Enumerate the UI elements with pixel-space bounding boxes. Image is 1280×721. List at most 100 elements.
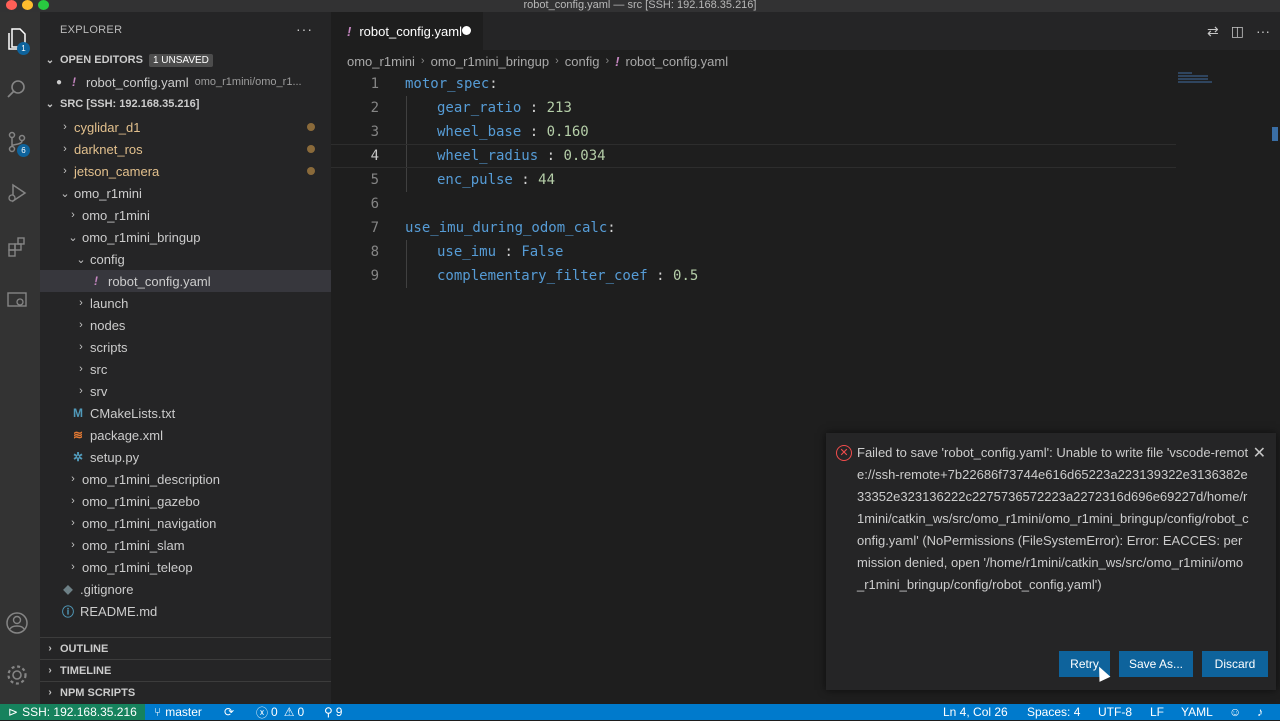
tree-item-scripts[interactable]: › scripts xyxy=(40,336,331,358)
chevron-right-icon: › xyxy=(71,495,75,507)
sync-icon[interactable]: ⟳ xyxy=(224,704,234,720)
open-editors-title: OPEN EDITORS xyxy=(60,54,143,66)
split-editor-icon[interactable]: ◫ xyxy=(1231,23,1244,40)
chevron-right-icon: › xyxy=(48,643,52,654)
line-number: 2 xyxy=(370,100,379,116)
tab-robot-config[interactable]: ! robot_config.yaml xyxy=(331,12,483,50)
code-line[interactable]: 7 use_imu_during_odom_calc: xyxy=(331,216,1176,240)
code-line-current[interactable]: 4 wheel_radius : 0.034 xyxy=(331,144,1176,168)
chevron-right-icon: › xyxy=(63,165,67,177)
search-icon[interactable] xyxy=(4,76,30,102)
breadcrumb-item[interactable]: robot_config.yaml xyxy=(626,54,729,69)
tree-item-srv[interactable]: › srv xyxy=(40,380,331,402)
ports-indicator[interactable]: ⚲ 9 xyxy=(324,704,342,720)
close-icon[interactable]: ✕ xyxy=(1253,443,1266,463)
minimap[interactable] xyxy=(1178,72,1214,92)
npm-scripts-section[interactable]: › NPM SCRIPTS xyxy=(40,681,331,703)
remote-explorer-icon[interactable] xyxy=(4,287,30,313)
feedback-icon[interactable]: ☺ xyxy=(1229,704,1241,720)
line-number: 5 xyxy=(370,172,379,188)
chevron-right-icon: › xyxy=(48,687,52,698)
tree-item-package-xml[interactable]: ≋ package.xml xyxy=(40,424,331,446)
tree-item-setup-py[interactable]: ✲ setup.py xyxy=(40,446,331,468)
settings-gear-icon[interactable] xyxy=(4,662,30,688)
account-icon[interactable] xyxy=(4,610,30,636)
yaml-separator: : xyxy=(521,100,547,116)
tree-item-nodes[interactable]: › nodes xyxy=(40,314,331,336)
line-number: 1 xyxy=(370,76,379,92)
tree-item-gitignore[interactable]: ◆ .gitignore xyxy=(40,578,331,600)
language-mode[interactable]: YAML xyxy=(1181,704,1213,720)
timeline-section[interactable]: › TIMELINE xyxy=(40,659,331,681)
tree-item-jetson-camera[interactable]: › jetson_camera xyxy=(40,160,331,182)
code-line[interactable]: 2 gear_ratio : 213 xyxy=(331,96,1176,120)
run-debug-icon[interactable] xyxy=(4,180,30,206)
cursor-position[interactable]: Ln 4, Col 26 xyxy=(943,704,1008,720)
code-line[interactable]: 5 enc_pulse : 44 xyxy=(331,168,1176,192)
tree-item-description[interactable]: › omo_r1mini_description xyxy=(40,468,331,490)
window-title: robot_config.yaml — src [SSH: 192.168.35… xyxy=(523,0,757,11)
indentation[interactable]: Spaces: 4 xyxy=(1027,704,1080,720)
problems-indicator[interactable]: ⓧ 0 ⚠ 0 xyxy=(256,704,304,720)
tree-item-bringup[interactable]: ⌄ omo_r1mini_bringup xyxy=(40,226,331,248)
more-actions-icon[interactable]: ··· xyxy=(296,21,313,37)
discard-button[interactable]: Discard xyxy=(1202,651,1268,677)
status-bar: ⊳ SSH: 192.168.35.216 ⑂ master ⟳ ⓧ 0 ⚠ 0… xyxy=(0,704,1280,720)
save-as-button[interactable]: Save As... xyxy=(1119,651,1193,677)
cmake-file-icon: M xyxy=(73,406,83,420)
tree-item-slam[interactable]: › omo_r1mini_slam xyxy=(40,534,331,556)
yaml-file-icon: ! xyxy=(347,23,352,39)
notifications-bell-icon[interactable]: ♪ xyxy=(1257,704,1263,720)
line-number: 7 xyxy=(370,220,379,236)
tree-item-teleop[interactable]: › omo_r1mini_teleop xyxy=(40,556,331,578)
chevron-right-icon: › xyxy=(63,143,67,155)
extensions-icon[interactable] xyxy=(4,234,30,260)
tree-item-darknet[interactable]: › darknet_ros xyxy=(40,138,331,160)
tree-item-cmakelists[interactable]: M CMakeLists.txt xyxy=(40,402,331,424)
editor-actions: ⇄ ◫ ··· xyxy=(1207,23,1270,40)
yaml-key: complementary_filter_coef xyxy=(437,268,648,284)
code-line[interactable]: 9 complementary_filter_coef : 0.5 xyxy=(331,264,1176,288)
tree-item-robot-config[interactable]: ! robot_config.yaml xyxy=(40,270,331,292)
code-line[interactable]: 1 motor_spec: xyxy=(331,72,1176,96)
tree-item-omo-r1mini[interactable]: › omo_r1mini xyxy=(40,204,331,226)
branch-indicator[interactable]: ⑂ master xyxy=(154,704,202,720)
explorer-sidebar: EXPLORER ··· ⌄ OPEN EDITORS 1 UNSAVED ● … xyxy=(40,12,331,704)
end-of-line[interactable]: LF xyxy=(1150,704,1164,720)
unsaved-dot-icon[interactable]: ● xyxy=(40,77,62,88)
tree-item-src[interactable]: › src xyxy=(40,358,331,380)
open-editors-section[interactable]: ⌄ OPEN EDITORS 1 UNSAVED xyxy=(40,49,331,71)
open-changes-icon[interactable]: ⇄ xyxy=(1207,23,1219,40)
yaml-separator: : xyxy=(521,124,547,140)
encoding[interactable]: UTF-8 xyxy=(1098,704,1132,720)
breadcrumb-item[interactable]: omo_r1mini xyxy=(347,54,415,69)
chevron-down-icon: ⌄ xyxy=(60,187,70,200)
code-line[interactable]: 3 wheel_base : 0.160 xyxy=(331,120,1176,144)
code-line[interactable]: 6 xyxy=(331,192,1176,216)
modified-dot-icon xyxy=(307,167,315,175)
tree-item-label: robot_config.yaml xyxy=(108,273,211,289)
error-icon: ✕ xyxy=(836,445,852,461)
remote-indicator[interactable]: ⊳ SSH: 192.168.35.216 xyxy=(0,704,145,720)
tree-item-launch[interactable]: › launch xyxy=(40,292,331,314)
code-line[interactable]: 8 use_imu : False xyxy=(331,240,1176,264)
chevron-right-icon: › xyxy=(605,55,610,67)
scrollbar-marker[interactable] xyxy=(1272,127,1278,141)
tree-item-navigation[interactable]: › omo_r1mini_navigation xyxy=(40,512,331,534)
tree-item-readme[interactable]: ⓘ README.md xyxy=(40,600,331,622)
more-actions-icon[interactable]: ··· xyxy=(1256,23,1270,40)
tree-item-gazebo[interactable]: › omo_r1mini_gazebo xyxy=(40,490,331,512)
breadcrumb-item[interactable]: config xyxy=(565,54,600,69)
yaml-separator: : xyxy=(489,76,498,92)
breadcrumb-item[interactable]: omo_r1mini_bringup xyxy=(431,54,550,69)
outline-section[interactable]: › OUTLINE xyxy=(40,637,331,659)
tree-item-cyglidar[interactable]: › cyglidar_d1 xyxy=(40,116,331,138)
open-editor-path: omo_r1mini/omo_r1... xyxy=(194,76,302,88)
src-folder-section[interactable]: ⌄ SRC [SSH: 192.168.35.216] xyxy=(40,93,331,115)
tree-item-omo-r1mini-root[interactable]: ⌄ omo_r1mini xyxy=(40,182,331,204)
open-editor-item[interactable]: ● ! robot_config.yaml omo_r1mini/omo_r1.… xyxy=(40,71,331,93)
unsaved-dot-icon[interactable] xyxy=(462,26,471,35)
chevron-right-icon: › xyxy=(79,363,83,375)
tree-item-config[interactable]: ⌄ config xyxy=(40,248,331,270)
ports-count: 9 xyxy=(335,705,343,719)
